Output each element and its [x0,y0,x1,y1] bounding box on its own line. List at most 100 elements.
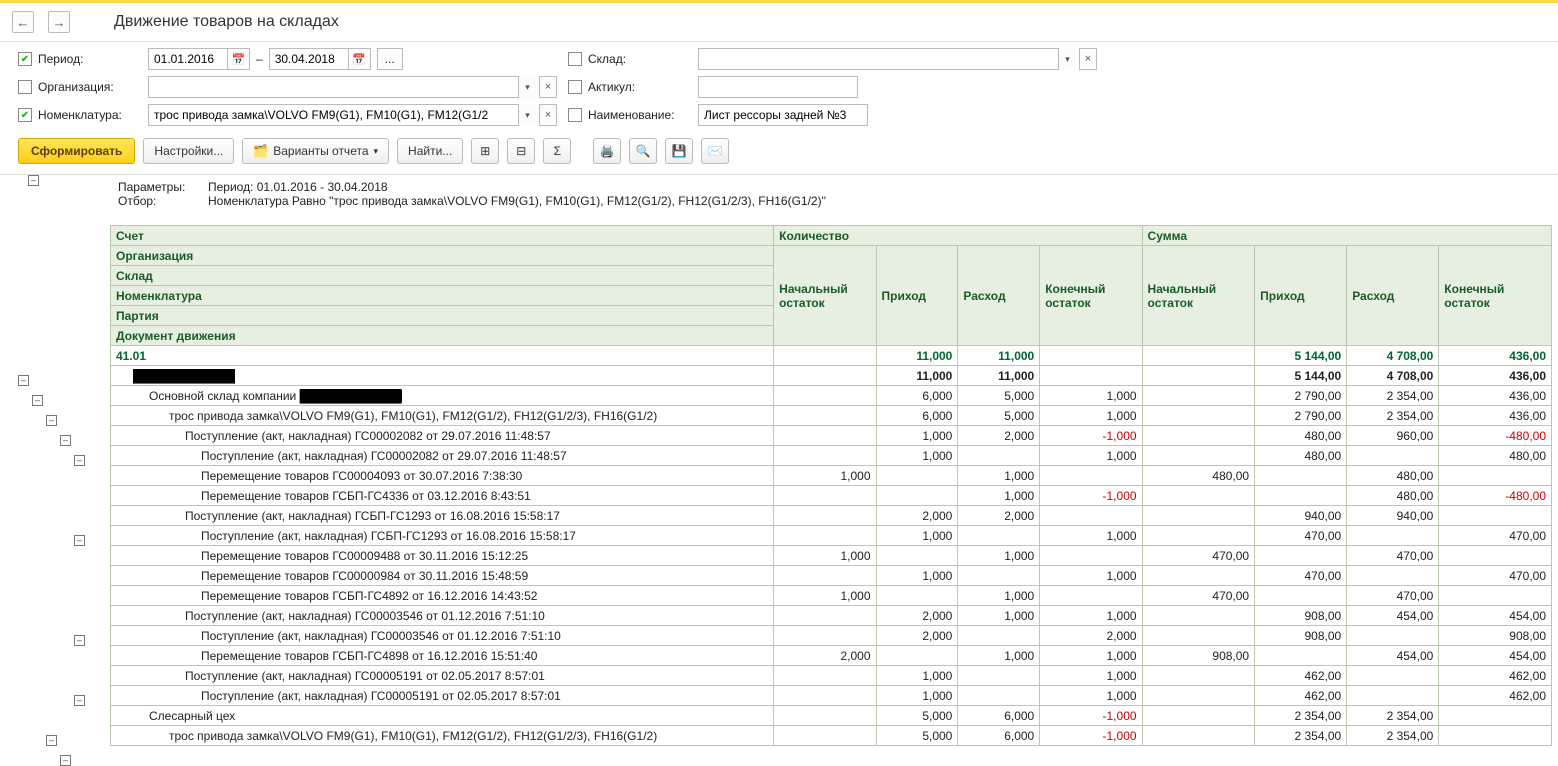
collapse-all-button[interactable]: ⊟ [507,138,535,164]
table-row[interactable]: Поступление (акт, накладная) ГС00005191 … [111,686,1552,706]
name-input[interactable] [698,104,868,126]
tree-toggle[interactable]: – [74,535,85,546]
org-label: Организация: [38,80,114,94]
sklad-checkbox[interactable] [568,52,582,66]
table-row[interactable]: Основной склад компании ████████████6,00… [111,386,1552,406]
nomen-label: Номенклатура: [38,108,122,122]
tree-toggle[interactable]: – [46,415,57,426]
row-name-cell: трос привода замка\VOLVO FM9(G1), FM10(G… [111,726,774,746]
generate-button[interactable]: Сформировать [18,138,135,164]
table-row[interactable]: Поступление (акт, накладная) ГСБП-ГС1293… [111,506,1552,526]
th-s-out: Расход [1347,246,1439,346]
nomen-input[interactable] [148,104,518,126]
nav-forward-button[interactable]: → [48,11,70,33]
row-name-cell: Поступление (акт, накладная) ГСБП-ГС1293… [111,506,774,526]
page-title: Движение товаров на складах [114,13,339,31]
th-s-end: Конечный остаток [1439,246,1552,346]
name-label: Наименование: [588,108,675,122]
table-row[interactable]: Поступление (акт, накладная) ГС00005191 … [111,666,1552,686]
table-row[interactable]: Поступление (акт, накладная) ГС00003546 … [111,606,1552,626]
calendar-to-icon[interactable]: 📅 [349,48,371,70]
settings-button[interactable]: Настройки... [143,138,234,164]
date-to-input[interactable] [269,48,349,70]
email-button[interactable]: ✉️ [701,138,729,164]
org-input[interactable] [148,76,518,98]
artikul-checkbox[interactable] [568,80,582,94]
table-row[interactable]: Поступление (акт, накладная) ГСБП-ГС1293… [111,526,1552,546]
th-doc: Документ движения [111,326,774,346]
tree-toggle[interactable]: – [60,435,71,446]
table-row[interactable]: 41.0111,00011,0005 144,004 708,00436,00 [111,346,1552,366]
toolbar: Сформировать Настройки... 🗂️Варианты отч… [0,132,1558,175]
tree-toggle[interactable]: – [74,455,85,466]
table-row[interactable]: Перемещение товаров ГСБП-ГС4892 от 16.12… [111,586,1552,606]
tree-toggle[interactable]: – [18,375,29,386]
table-row[interactable]: трос привода замка\VOLVO FM9(G1), FM10(G… [111,406,1552,426]
name-checkbox[interactable] [568,108,582,122]
row-name-cell: 41.01 [111,346,774,366]
sklad-input[interactable] [698,48,1058,70]
table-row[interactable]: Поступление (акт, накладная) ГС00002082 … [111,426,1552,446]
table-row[interactable]: Поступление (акт, накладная) ГС00002082 … [111,446,1552,466]
artikul-input[interactable] [698,76,858,98]
row-name-cell: ████████████ [111,366,774,386]
table-row[interactable]: трос привода замка\VOLVO FM9(G1), FM10(G… [111,726,1552,746]
row-name-cell: Перемещение товаров ГСБП-ГС4898 от 16.12… [111,646,774,666]
row-name-cell: Перемещение товаров ГС00000984 от 30.11.… [111,566,774,586]
row-name-cell: Поступление (акт, накладная) ГС00003546 … [111,606,774,626]
table-row[interactable]: ████████████11,00011,0005 144,004 708,00… [111,366,1552,386]
row-name-cell: Поступление (акт, накладная) ГС00002082 … [111,426,774,446]
row-name-cell: трос привода замка\VOLVO FM9(G1), FM10(G… [111,406,774,426]
row-name-cell: Перемещение товаров ГСБП-ГС4336 от 03.12… [111,486,774,506]
calendar-from-icon[interactable]: 📅 [228,48,250,70]
table-row[interactable]: Перемещение товаров ГС00009488 от 30.11.… [111,546,1552,566]
table-row[interactable]: Перемещение товаров ГС00004093 от 30.07.… [111,466,1552,486]
date-from-input[interactable] [148,48,228,70]
sum-button[interactable]: Σ [543,138,571,164]
th-nomen: Номенклатура [111,286,774,306]
period-ellipsis-button[interactable]: ... [377,48,403,70]
tree-toggle[interactable]: – [32,395,43,406]
table-row[interactable]: Слесарный цех5,0006,000-1,0002 354,002 3… [111,706,1552,726]
table-row[interactable]: Поступление (акт, накладная) ГС00003546 … [111,626,1552,646]
row-name-cell: Слесарный цех [111,706,774,726]
expand-all-button[interactable]: ⊞ [471,138,499,164]
th-s-in: Приход [1255,246,1347,346]
report-params: Параметры:Период: 01.01.2016 - 30.04.201… [110,175,1552,213]
print-button[interactable]: 🖨️ [593,138,621,164]
row-name-cell: Перемещение товаров ГС00004093 от 30.07.… [111,466,774,486]
org-checkbox[interactable] [18,80,32,94]
sklad-label: Склад: [588,52,626,66]
row-name-cell: Поступление (акт, накладная) ГС00005191 … [111,686,774,706]
tree-toggle[interactable]: – [60,755,71,766]
org-dropdown-icon[interactable]: ▾ [518,76,536,98]
th-q-end: Конечный остаток [1040,246,1142,346]
table-row[interactable]: Перемещение товаров ГСБП-ГС4336 от 03.12… [111,486,1552,506]
table-row[interactable]: Перемещение товаров ГС00000984 от 30.11.… [111,566,1552,586]
th-qty-group: Количество [774,226,1142,246]
variants-button[interactable]: 🗂️Варианты отчета▾ [242,138,389,164]
sklad-dropdown-icon[interactable]: ▾ [1058,48,1076,70]
th-schet: Счет [111,226,774,246]
nomen-dropdown-icon[interactable]: ▾ [518,104,536,126]
sklad-clear-button[interactable]: × [1079,48,1097,70]
th-org: Организация [111,246,774,266]
period-checkbox[interactable] [18,52,32,66]
preview-button[interactable]: 🔍 [629,138,657,164]
nomen-checkbox[interactable] [18,108,32,122]
tree-toggle[interactable]: – [46,735,57,746]
tree-toggle[interactable]: – [28,175,39,186]
nomen-clear-button[interactable]: × [539,104,557,126]
org-clear-button[interactable]: × [539,76,557,98]
tree-toggle[interactable]: – [74,695,85,706]
tree-toggle[interactable]: – [74,635,85,646]
row-name-cell: Поступление (акт, накладная) ГС00002082 … [111,446,774,466]
table-row[interactable]: Перемещение товаров ГСБП-ГС4898 от 16.12… [111,646,1552,666]
th-partia: Партия [111,306,774,326]
find-button[interactable]: Найти... [397,138,463,164]
row-name-cell: Перемещение товаров ГСБП-ГС4892 от 16.12… [111,586,774,606]
save-button[interactable]: 💾 [665,138,693,164]
th-q-out: Расход [958,246,1040,346]
nav-back-button[interactable]: ← [12,11,34,33]
row-name-cell: Поступление (акт, накладная) ГС00003546 … [111,626,774,646]
